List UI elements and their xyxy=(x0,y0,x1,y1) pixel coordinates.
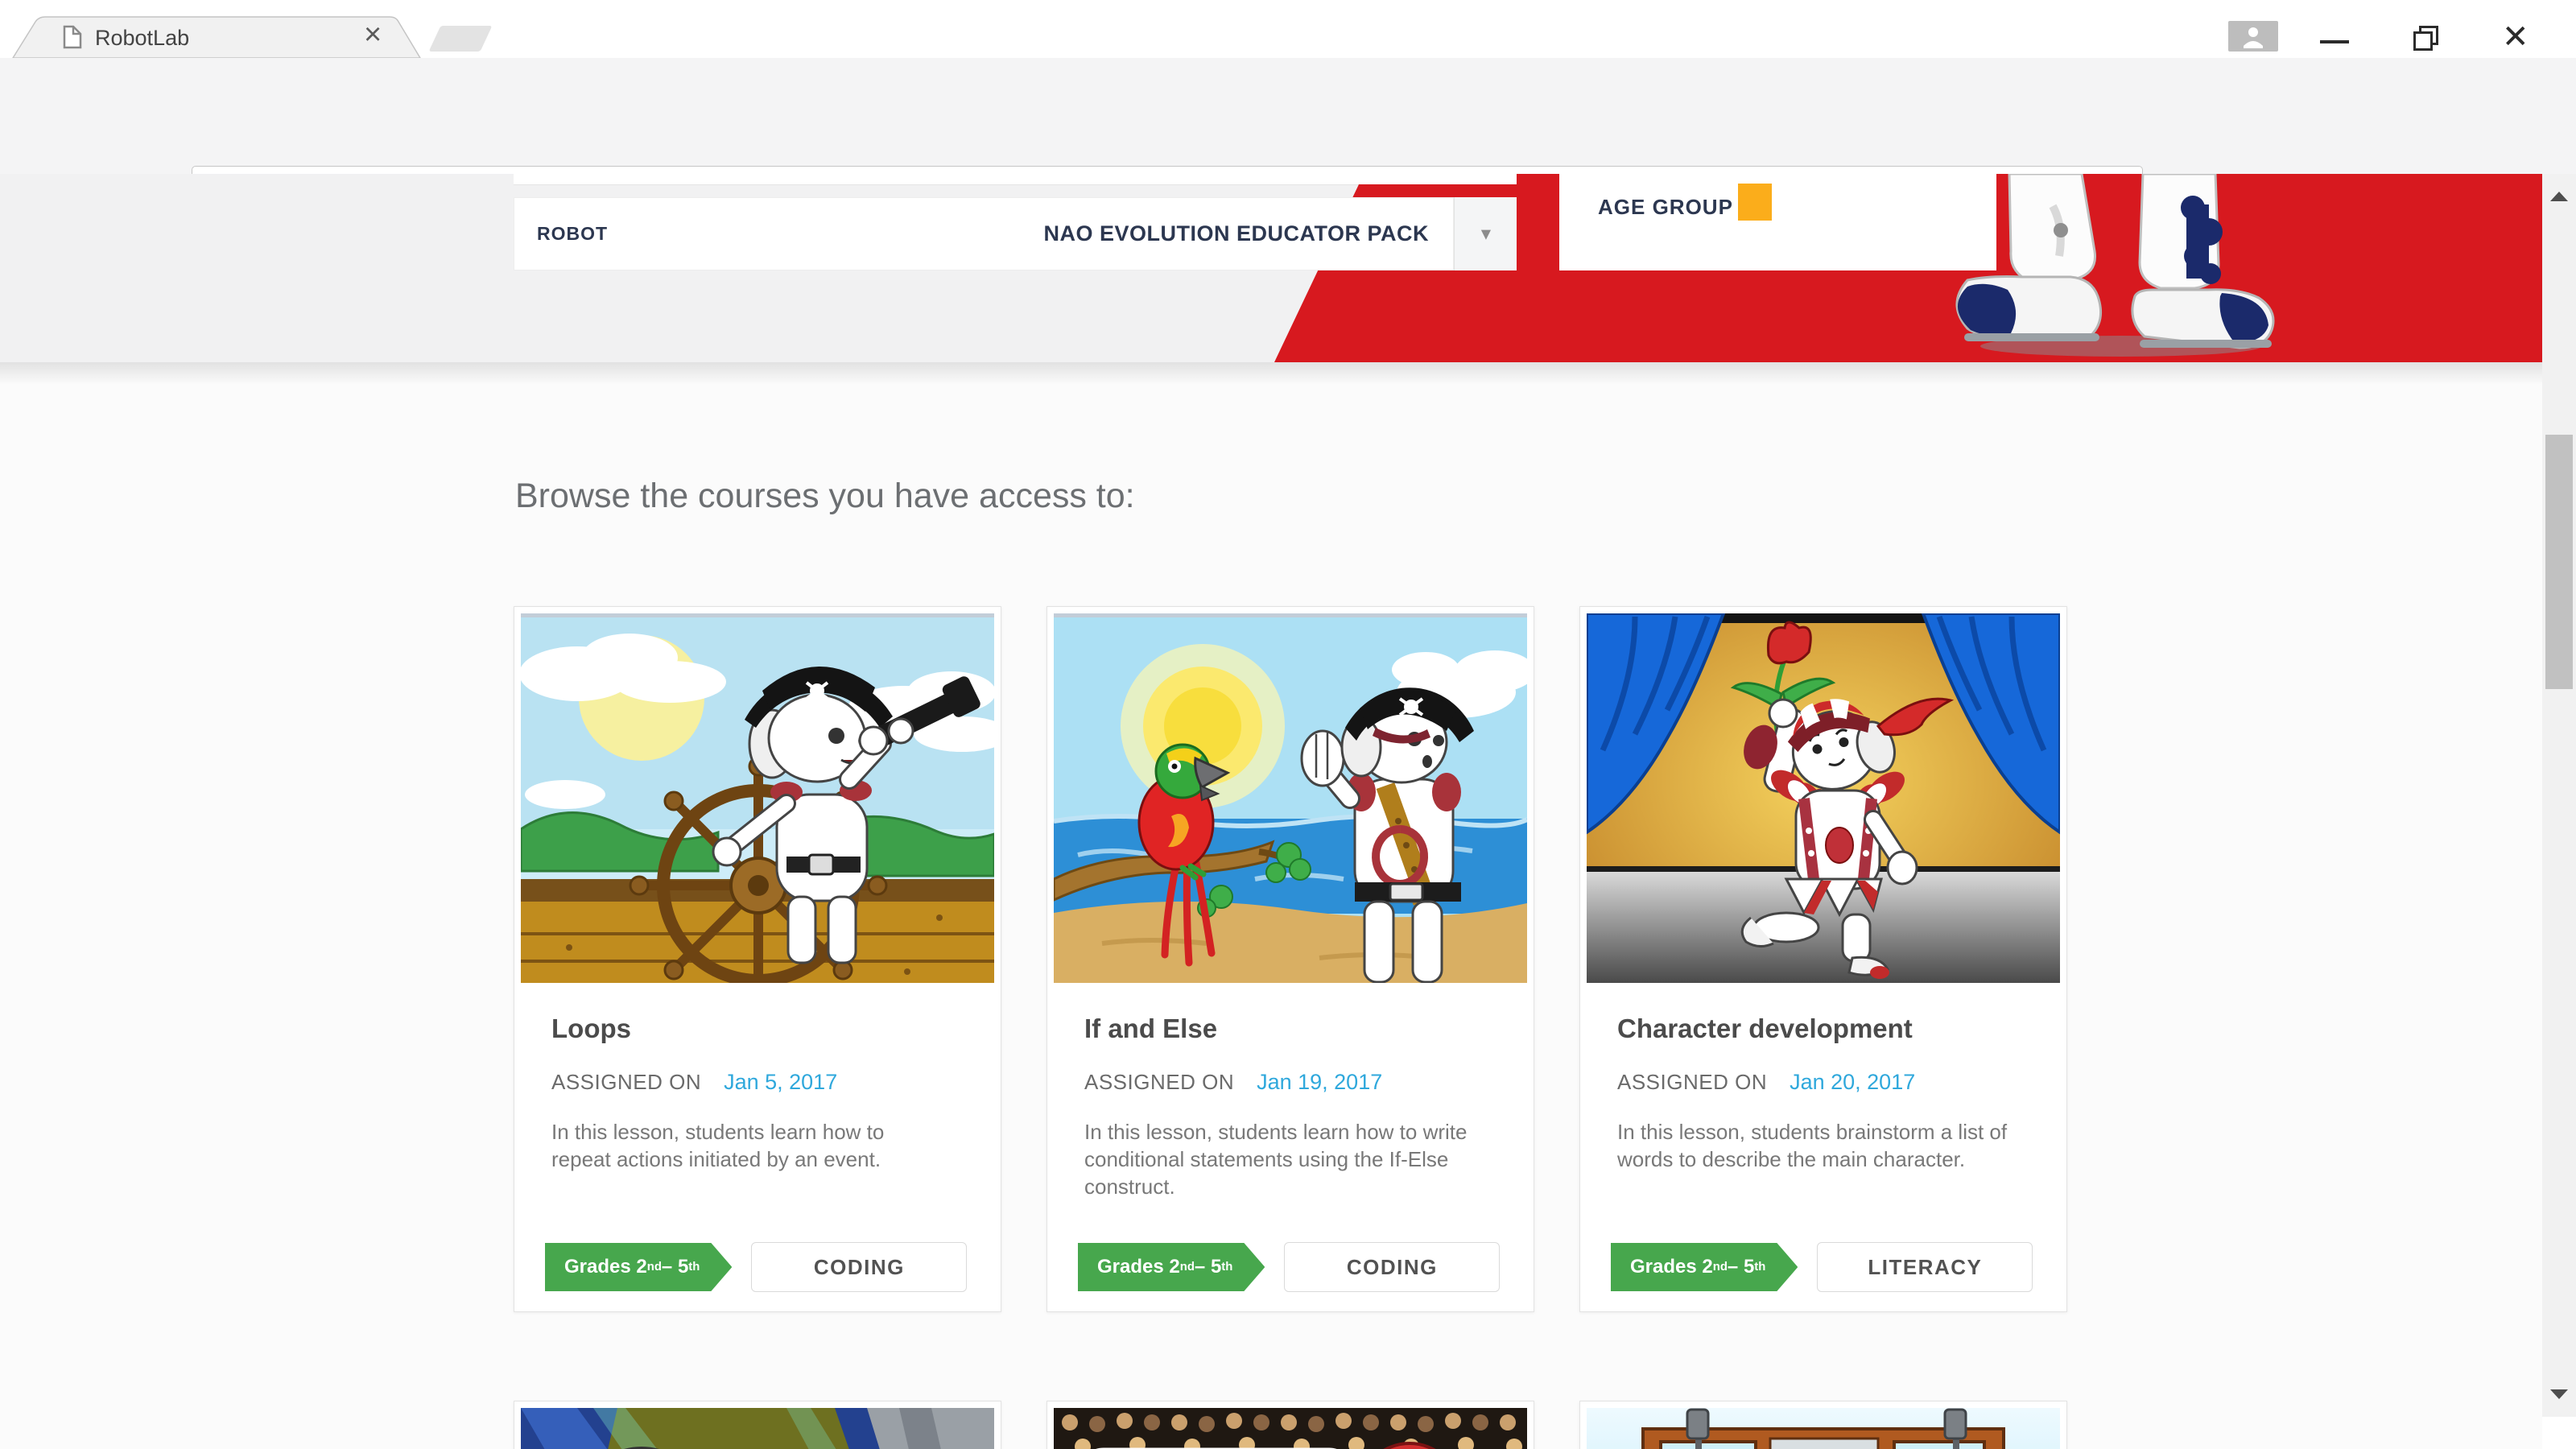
course-title: If and Else xyxy=(1084,1013,1217,1044)
restore-icon-front xyxy=(2413,31,2433,51)
grade-badge: Grades 2nd – 5th xyxy=(1611,1243,1798,1291)
course-description: In this lesson, students learn how to re… xyxy=(551,1118,944,1173)
assigned-on-label: ASSIGNED ON xyxy=(1084,1070,1234,1094)
scrollbar-gap xyxy=(2542,1417,2576,1449)
band-shadow xyxy=(0,362,2542,385)
course-image-partial-1 xyxy=(521,1408,994,1449)
browser-window: RobotLab × ✕ xyxy=(0,0,2576,1449)
assigned-row: ASSIGNED ON Jan 5, 2017 xyxy=(551,1070,837,1095)
category-button[interactable]: CODING xyxy=(1284,1242,1500,1292)
person-icon xyxy=(2241,24,2265,48)
robot-select-arrow[interactable]: ▼ xyxy=(1454,197,1517,270)
course-title: Character development xyxy=(1617,1013,1913,1044)
course-card-if-and-else[interactable]: If and Else ASSIGNED ON Jan 19, 2017 In t… xyxy=(1046,606,1534,1312)
assigned-on-label: ASSIGNED ON xyxy=(551,1070,701,1094)
scrollbar-up-button[interactable] xyxy=(2542,180,2576,213)
robot-select[interactable]: ROBOT NAO EVOLUTION EDUCATOR PACK xyxy=(514,197,1454,270)
course-image-if-and-else xyxy=(1054,613,1527,983)
course-image-loops xyxy=(521,613,994,983)
course-card-character-development[interactable]: Character development ASSIGNED ON Jan 20,… xyxy=(1579,606,2067,1312)
robot-select-value: NAO EVOLUTION EDUCATOR PACK xyxy=(1043,221,1429,246)
new-tab-button[interactable] xyxy=(429,26,493,52)
course-description: In this lesson, students brainstorm a li… xyxy=(1617,1118,2010,1173)
assigned-row: ASSIGNED ON Jan 20, 2017 xyxy=(1617,1070,1915,1095)
grade-badge: Grades 2nd – 5th xyxy=(545,1243,732,1291)
card-footer: Grades 2nd – 5th CODING xyxy=(545,1242,967,1292)
course-image-partial-3 xyxy=(1587,1408,2060,1449)
course-card-partial-3[interactable] xyxy=(1579,1401,2067,1449)
tab-title: RobotLab xyxy=(95,26,189,51)
card-footer: Grades 2nd – 5th LITERACY xyxy=(1611,1242,2033,1292)
course-card-loops[interactable]: Loops ASSIGNED ON Jan 5, 2017 In this les… xyxy=(514,606,1001,1312)
course-card-partial-1[interactable] xyxy=(514,1401,1001,1449)
course-title: Loops xyxy=(551,1013,631,1044)
main-content: Browse the courses you have access to: xyxy=(0,362,2542,1449)
nao-robot-legs-image xyxy=(1932,174,2286,361)
course-image-character-development xyxy=(1587,613,2060,983)
scroll-up-icon xyxy=(2550,192,2568,201)
category-button[interactable]: CODING xyxy=(751,1242,967,1292)
page-icon xyxy=(63,25,82,49)
card-footer: Grades 2nd – 5th CODING xyxy=(1078,1242,1500,1292)
age-group-color-swatch xyxy=(1738,184,1772,221)
course-image-partial-2: Go! xyxy=(1054,1408,1527,1449)
category-button[interactable]: LITERACY xyxy=(1817,1242,2033,1292)
browser-toolbar: www.robotlab.com/engageK12 ☆ a A G 82 ▶ … xyxy=(0,58,2576,175)
robot-select-label: ROBOT xyxy=(537,223,608,245)
assigned-on-label: ASSIGNED ON xyxy=(1617,1070,1767,1094)
window-restore-button[interactable] xyxy=(2413,26,2436,48)
tab-close-icon[interactable]: × xyxy=(364,19,382,50)
age-group-filter[interactable]: AGE GROUP xyxy=(1559,174,1996,270)
window-close-button[interactable]: ✕ xyxy=(2502,21,2529,53)
assigned-row: ASSIGNED ON Jan 19, 2017 xyxy=(1084,1070,1382,1095)
tab-strip: RobotLab × ✕ xyxy=(0,0,2576,58)
profile-avatar-button[interactable] xyxy=(2228,21,2278,52)
course-description: In this lesson, students learn how to wr… xyxy=(1084,1118,1477,1200)
chevron-down-icon: ▼ xyxy=(1477,224,1494,244)
age-group-label: AGE GROUP xyxy=(1598,195,1733,220)
course-filter-header: ROBOT NAO EVOLUTION EDUCATOR PACK ▼ AGE … xyxy=(0,174,2542,362)
grade-badge: Grades 2nd – 5th xyxy=(1078,1243,1265,1291)
assigned-date-link[interactable]: Jan 5, 2017 xyxy=(724,1070,837,1094)
window-minimize-button[interactable] xyxy=(2320,40,2349,43)
scrollbar-down-button[interactable] xyxy=(2542,1378,2576,1410)
vertical-scrollbar[interactable] xyxy=(2542,174,2576,1417)
scroll-down-icon xyxy=(2550,1389,2568,1399)
assigned-date-link[interactable]: Jan 20, 2017 xyxy=(1790,1070,1915,1094)
page-title: Browse the courses you have access to: xyxy=(515,477,1135,516)
assigned-date-link[interactable]: Jan 19, 2017 xyxy=(1257,1070,1382,1094)
scrollbar-thumb[interactable] xyxy=(2545,435,2573,689)
course-card-partial-2[interactable]: Go! xyxy=(1046,1401,1534,1449)
